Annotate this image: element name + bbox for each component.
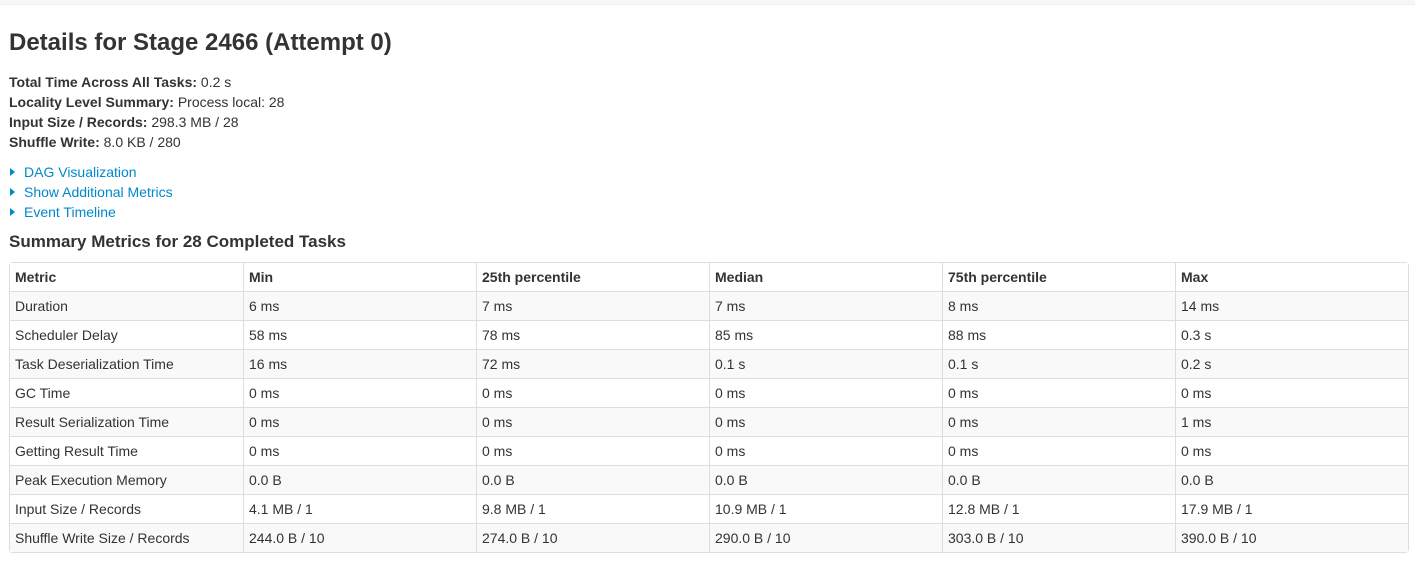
cell-p75: 303.0 B / 10: [942, 523, 1175, 552]
stage-summary: Total Time Across All Tasks: 0.2 s Local…: [9, 72, 284, 152]
summary-locality-value: Process local: 28: [177, 94, 285, 110]
summary-shuffle-write-value: 8.0 KB / 280: [103, 134, 181, 150]
cell-p75: 8 ms: [942, 291, 1175, 320]
summary-metrics-title: Summary Metrics for 28 Completed Tasks: [9, 232, 346, 251]
cell-p25: 9.8 MB / 1: [476, 494, 709, 523]
cell-median: 0.1 s: [709, 349, 942, 378]
cell-metric: Getting Result Time: [10, 436, 243, 465]
summary-metrics-table: Metric Min 25th percentile Median 75th p…: [9, 262, 1409, 553]
cell-p75: 12.8 MB / 1: [942, 494, 1175, 523]
summary-locality: Locality Level Summary: Process local: 2…: [9, 92, 284, 112]
cell-median: 7 ms: [709, 291, 942, 320]
caret-right-icon: [10, 208, 15, 216]
summary-shuffle-write-label: Shuffle Write:: [9, 134, 100, 150]
cell-p75: 0 ms: [942, 436, 1175, 465]
cell-min: 0.0 B: [243, 465, 476, 494]
cell-p25: 0 ms: [476, 436, 709, 465]
cell-max: 14 ms: [1175, 291, 1408, 320]
caret-right-icon: [10, 188, 15, 196]
table-row: GC Time 0 ms 0 ms 0 ms 0 ms 0 ms: [10, 378, 1408, 407]
cell-median: 0 ms: [709, 436, 942, 465]
cell-max: 17.9 MB / 1: [1175, 494, 1408, 523]
cell-metric: GC Time: [10, 378, 243, 407]
cell-max: 1 ms: [1175, 407, 1408, 436]
cell-min: 16 ms: [243, 349, 476, 378]
cell-min: 0 ms: [243, 407, 476, 436]
cell-min: 4.1 MB / 1: [243, 494, 476, 523]
cell-min: 6 ms: [243, 291, 476, 320]
cell-max: 390.0 B / 10: [1175, 523, 1408, 552]
cell-median: 85 ms: [709, 320, 942, 349]
event-timeline-toggle[interactable]: Event Timeline: [9, 202, 173, 222]
column-header-75th-percentile[interactable]: 75th percentile: [942, 263, 1175, 291]
cell-max: 0.3 s: [1175, 320, 1408, 349]
table-row: Duration 6 ms 7 ms 7 ms 8 ms 14 ms: [10, 291, 1408, 320]
table-row: Scheduler Delay 58 ms 78 ms 85 ms 88 ms 0.3 s: [10, 320, 1408, 349]
cell-p25: 7 ms: [476, 291, 709, 320]
table-row: Shuffle Write Size / Records 244.0 B / 10…: [10, 523, 1408, 552]
table-row: Getting Result Time 0 ms 0 ms 0 ms 0 ms 0 ms: [10, 436, 1408, 465]
dag-visualization-link[interactable]: DAG Visualization: [24, 162, 137, 182]
cell-max: 0 ms: [1175, 436, 1408, 465]
summary-total-time-value: 0.2 s: [200, 74, 232, 90]
cell-median: 290.0 B / 10: [709, 523, 942, 552]
cell-median: 0 ms: [709, 378, 942, 407]
cell-min: 58 ms: [243, 320, 476, 349]
additional-metrics-link[interactable]: Show Additional Metrics: [24, 182, 173, 202]
cell-p25: 78 ms: [476, 320, 709, 349]
cell-max: 0 ms: [1175, 378, 1408, 407]
table-row: Input Size / Records 4.1 MB / 1 9.8 MB / 1…: [10, 494, 1408, 523]
page-title: Details for Stage 2466 (Attempt 0): [9, 29, 392, 56]
column-header-median[interactable]: Median: [709, 263, 942, 291]
cell-metric: Duration: [10, 291, 243, 320]
table-row: Task Deserialization Time 16 ms 72 ms 0.1 s…: [10, 349, 1408, 378]
additional-metrics-toggle[interactable]: Show Additional Metrics: [9, 182, 173, 202]
cell-p25: 0.0 B: [476, 465, 709, 494]
column-header-metric[interactable]: Metric: [10, 263, 243, 291]
table-header-row: Metric Min 25th percentile Median 75th p…: [10, 263, 1408, 291]
cell-p75: 0 ms: [942, 407, 1175, 436]
cell-max: 0.0 B: [1175, 465, 1408, 494]
caret-right-icon: [10, 168, 15, 176]
cell-median: 0.0 B: [709, 465, 942, 494]
cell-p25: 72 ms: [476, 349, 709, 378]
cell-min: 0 ms: [243, 378, 476, 407]
cell-p75: 0.0 B: [942, 465, 1175, 494]
column-header-25th-percentile[interactable]: 25th percentile: [476, 263, 709, 291]
top-strip: [0, 0, 1415, 5]
summary-total-time: Total Time Across All Tasks: 0.2 s: [9, 72, 284, 92]
cell-p25: 0 ms: [476, 378, 709, 407]
summary-metrics-table-wrapper: Metric Min 25th percentile Median 75th p…: [9, 262, 1409, 553]
summary-input-value: 298.3 MB / 28: [151, 114, 239, 130]
summary-total-time-label: Total Time Across All Tasks:: [9, 74, 198, 90]
expand-toggles: DAG Visualization Show Additional Metric…: [9, 162, 173, 222]
cell-median: 10.9 MB / 1: [709, 494, 942, 523]
cell-min: 0 ms: [243, 436, 476, 465]
cell-metric: Task Deserialization Time: [10, 349, 243, 378]
column-header-max[interactable]: Max: [1175, 263, 1408, 291]
event-timeline-link[interactable]: Event Timeline: [24, 202, 116, 222]
cell-p75: 0.1 s: [942, 349, 1175, 378]
cell-metric: Result Serialization Time: [10, 407, 243, 436]
summary-input: Input Size / Records: 298.3 MB / 28: [9, 112, 284, 132]
cell-p25: 0 ms: [476, 407, 709, 436]
table-row: Peak Execution Memory 0.0 B 0.0 B 0.0 B 0.0 …: [10, 465, 1408, 494]
cell-metric: Input Size / Records: [10, 494, 243, 523]
table-body: Duration 6 ms 7 ms 7 ms 8 ms 14 ms Scheduler D…: [10, 291, 1408, 552]
summary-shuffle-write: Shuffle Write: 8.0 KB / 280: [9, 132, 284, 152]
cell-p75: 0 ms: [942, 378, 1175, 407]
cell-metric: Shuffle Write Size / Records: [10, 523, 243, 552]
cell-metric: Peak Execution Memory: [10, 465, 243, 494]
table-row: Result Serialization Time 0 ms 0 ms 0 ms 0 m…: [10, 407, 1408, 436]
cell-p75: 88 ms: [942, 320, 1175, 349]
dag-visualization-toggle[interactable]: DAG Visualization: [9, 162, 173, 182]
cell-min: 244.0 B / 10: [243, 523, 476, 552]
column-header-min[interactable]: Min: [243, 263, 476, 291]
cell-max: 0.2 s: [1175, 349, 1408, 378]
summary-input-label: Input Size / Records:: [9, 114, 148, 130]
cell-p25: 274.0 B / 10: [476, 523, 709, 552]
summary-locality-label: Locality Level Summary:: [9, 94, 174, 110]
cell-median: 0 ms: [709, 407, 942, 436]
cell-metric: Scheduler Delay: [10, 320, 243, 349]
